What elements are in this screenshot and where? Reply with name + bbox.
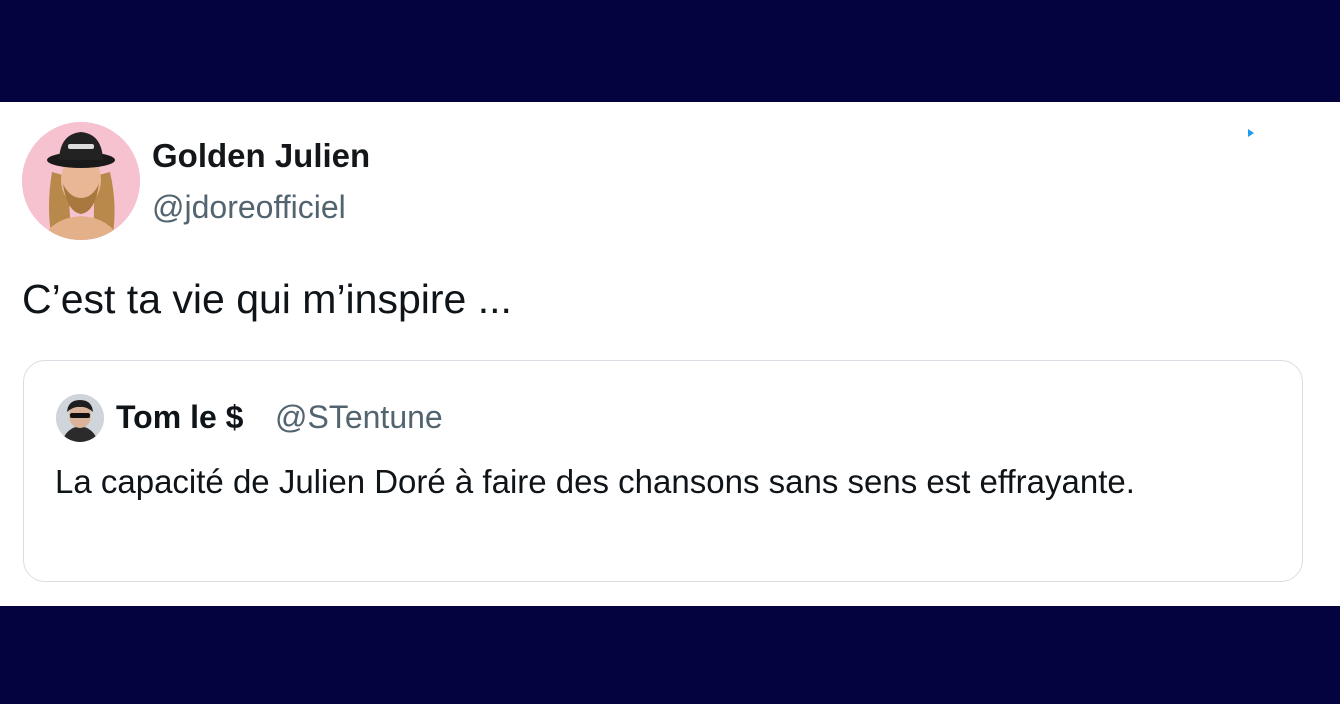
quoted-author-display-name[interactable]: Tom le $ [116, 399, 243, 436]
quoted-author-handle[interactable]: @STentune [275, 399, 443, 436]
quoted-author-avatar[interactable] [56, 394, 104, 442]
avatar-portrait-icon [22, 122, 140, 240]
author-avatar[interactable] [22, 122, 140, 240]
top-frame-band [0, 0, 1340, 102]
bottom-frame-band [0, 606, 1340, 704]
tweet-text: C’est ta vie qui m’inspire ... [22, 276, 512, 322]
author-handle[interactable]: @jdoreofficiel [152, 189, 346, 226]
quoted-tweet-text: La capacité de Julien Doré à faire des c… [55, 463, 1135, 500]
avatar-portrait-icon [56, 394, 104, 442]
caret-icon[interactable] [1244, 126, 1258, 140]
author-display-name[interactable]: Golden Julien [152, 137, 370, 175]
